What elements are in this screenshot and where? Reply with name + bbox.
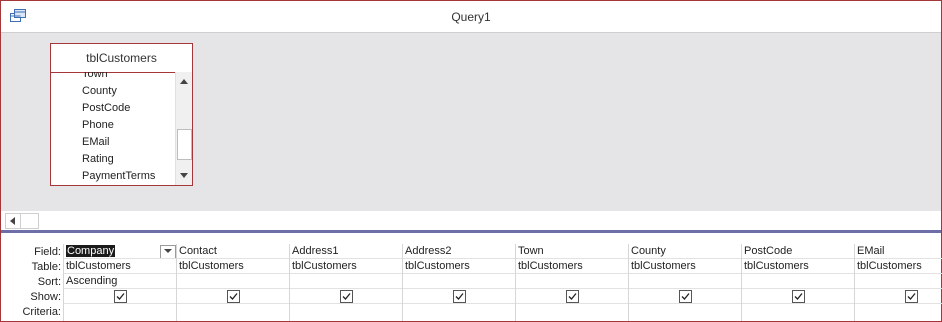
field-cell[interactable]: Contact [177, 244, 290, 259]
criteria-cell[interactable] [742, 304, 855, 321]
criteria-cell[interactable] [64, 304, 177, 321]
scroll-left-button[interactable] [5, 213, 21, 229]
chevron-down-icon [164, 249, 172, 253]
show-checkbox[interactable] [905, 290, 918, 303]
field-list-item[interactable]: PostCode [82, 102, 130, 114]
grid-column: Town tblCustomers [515, 244, 629, 321]
sort-cell[interactable]: Ascending [64, 274, 177, 289]
field-list-item[interactable]: PaymentTerms [82, 170, 155, 182]
field-list-item[interactable]: EMail [82, 136, 110, 148]
sort-cell[interactable] [855, 274, 942, 289]
show-cell [629, 289, 742, 304]
table-cell[interactable]: tblCustomers [290, 259, 403, 274]
table-cell[interactable]: tblCustomers [177, 259, 290, 274]
scroll-down-arrow-icon[interactable] [180, 173, 188, 178]
field-list-scrollbar[interactable] [175, 72, 192, 185]
field-cell[interactable]: County [629, 244, 742, 259]
grid-column: PostCode tblCustomers [741, 244, 855, 321]
sort-cell[interactable] [403, 274, 516, 289]
grid-column: Company tblCustomers Ascending [63, 244, 177, 321]
show-cell [855, 289, 942, 304]
grid-column: Address2 tblCustomers [402, 244, 516, 321]
checkmark-icon [568, 293, 577, 300]
field-cell[interactable]: Address1 [290, 244, 403, 259]
scroll-left-arrow-icon [10, 217, 15, 225]
checkmark-icon [681, 293, 690, 300]
show-checkbox[interactable] [114, 290, 127, 303]
show-checkbox[interactable] [566, 290, 579, 303]
checkmark-icon [455, 293, 464, 300]
show-cell [290, 289, 403, 304]
grid-column: Address1 tblCustomers [289, 244, 403, 321]
checkmark-icon [342, 293, 351, 300]
field-cell-value[interactable]: Company [66, 245, 116, 257]
table-cell[interactable]: tblCustomers [403, 259, 516, 274]
table-design-area[interactable]: tblCustomers Town County PostCode Phone … [1, 33, 941, 211]
show-checkbox[interactable] [340, 290, 353, 303]
sort-cell[interactable] [290, 274, 403, 289]
sort-cell[interactable] [629, 274, 742, 289]
field-cell[interactable]: Town [516, 244, 629, 259]
field-list: Town County PostCode Phone EMail Rating … [51, 72, 175, 185]
table-cell[interactable]: tblCustomers [64, 259, 177, 274]
table-cell[interactable]: tblCustomers [742, 259, 855, 274]
criteria-cell[interactable] [290, 304, 403, 321]
sort-cell[interactable] [516, 274, 629, 289]
table-cell[interactable]: tblCustomers [516, 259, 629, 274]
checkmark-icon [794, 293, 803, 300]
checkmark-icon [907, 293, 916, 300]
field-list-item[interactable]: Phone [82, 119, 114, 131]
row-label-field: Field: [34, 246, 61, 258]
field-cell[interactable]: PostCode [742, 244, 855, 259]
criteria-cell[interactable] [177, 304, 290, 321]
grid-column: County tblCustomers [628, 244, 742, 321]
table-field-list[interactable]: tblCustomers Town County PostCode Phone … [50, 43, 193, 186]
show-cell [742, 289, 855, 304]
grid-column: Contact tblCustomers [176, 244, 290, 321]
field-list-item[interactable]: Town [82, 72, 108, 80]
show-cell [64, 289, 177, 304]
table-cell[interactable]: tblCustomers [629, 259, 742, 274]
horizontal-scroll-thumb[interactable] [20, 213, 39, 229]
criteria-cell[interactable] [516, 304, 629, 321]
grid-column: EMail tblCustomers [854, 244, 942, 321]
query-design-grid: Field: Table: Sort: Show: Criteria: Comp… [1, 233, 942, 321]
sort-cell[interactable] [742, 274, 855, 289]
criteria-cell[interactable] [403, 304, 516, 321]
checkmark-icon [229, 293, 238, 300]
field-dropdown-button[interactable] [160, 245, 176, 258]
criteria-cell[interactable] [855, 304, 942, 321]
row-label-show: Show: [30, 291, 61, 303]
show-checkbox[interactable] [227, 290, 240, 303]
checkmark-icon [116, 293, 125, 300]
scroll-thumb[interactable] [177, 129, 192, 160]
show-checkbox[interactable] [792, 290, 805, 303]
row-label-criteria: Criteria: [22, 306, 61, 318]
field-cell[interactable]: EMail [855, 244, 942, 259]
row-label-table: Table: [31, 261, 61, 273]
show-cell [177, 289, 290, 304]
title-bar[interactable]: Query1 [1, 1, 941, 33]
show-checkbox[interactable] [453, 290, 466, 303]
sort-cell[interactable] [177, 274, 290, 289]
field-list-item[interactable]: Rating [82, 153, 114, 165]
criteria-cell[interactable] [629, 304, 742, 321]
table-field-list-title[interactable]: tblCustomers [51, 44, 192, 73]
design-area-horizontal-scrollbar[interactable] [1, 211, 941, 229]
field-cell[interactable]: Company [64, 244, 177, 259]
show-cell [403, 289, 516, 304]
show-checkbox[interactable] [679, 290, 692, 303]
table-cell[interactable]: tblCustomers [855, 259, 942, 274]
row-label-sort: Sort: [37, 276, 61, 288]
scroll-up-arrow-icon[interactable] [180, 79, 188, 84]
show-cell [516, 289, 629, 304]
field-list-item[interactable]: County [82, 85, 117, 97]
window-title: Query1 [451, 10, 491, 24]
query-design-window: Query1 tblCustomers Town County PostCode… [0, 0, 942, 322]
field-cell[interactable]: Address2 [403, 244, 516, 259]
